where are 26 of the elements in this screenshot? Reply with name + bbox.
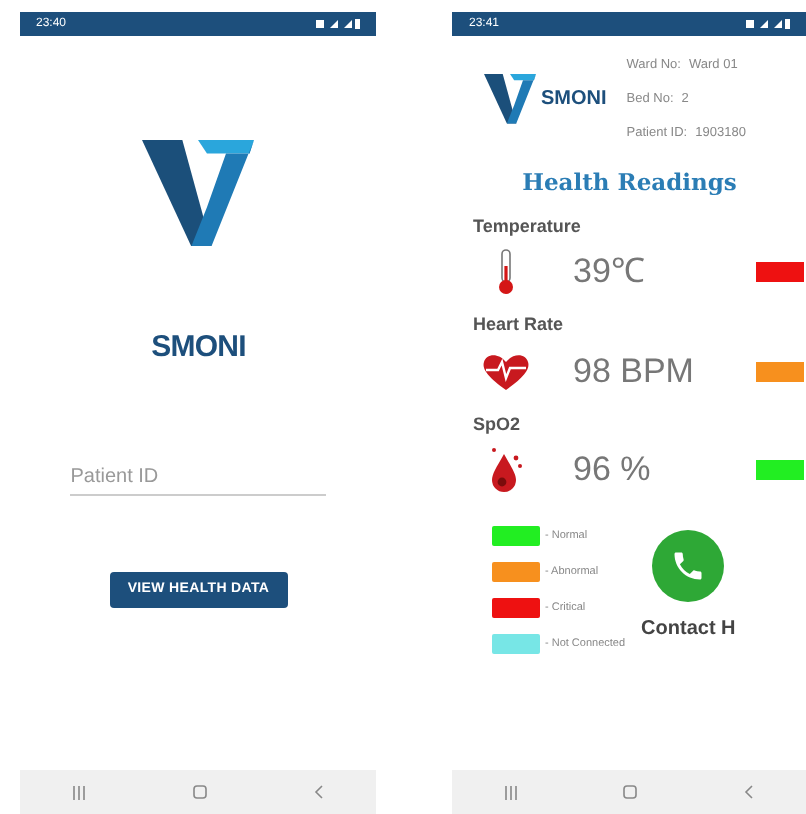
reading-label: SpO2 xyxy=(470,411,522,438)
logo-icon xyxy=(484,74,537,124)
contact-label: Contact H xyxy=(641,616,736,644)
status-icons xyxy=(316,18,361,30)
back-icon[interactable] xyxy=(312,784,325,800)
app-name: SMONI xyxy=(151,328,246,369)
back-icon[interactable] xyxy=(742,784,755,800)
patient-id-field[interactable]: Patient ID xyxy=(70,459,327,496)
reading-value: 96 % xyxy=(572,448,653,493)
call-button[interactable] xyxy=(652,530,725,602)
status-icons xyxy=(746,18,790,30)
phone-icon xyxy=(670,548,707,584)
reading-label: Temperature xyxy=(470,213,583,240)
recent-apps-icon[interactable] xyxy=(504,785,519,799)
section-title: Health Readings xyxy=(522,166,737,201)
recent-apps-icon[interactable] xyxy=(72,785,87,799)
reading-value: 98 BPM xyxy=(572,349,696,394)
reading-value: 39℃ xyxy=(572,250,647,295)
blood-drop-icon xyxy=(486,446,527,494)
reading-label: Heart Rate xyxy=(470,312,566,338)
app-name: SMONI xyxy=(540,86,607,115)
heart-icon xyxy=(482,351,531,391)
thermometer-icon xyxy=(494,248,519,296)
logo-icon xyxy=(142,140,255,247)
home-icon[interactable] xyxy=(622,784,639,800)
home-icon[interactable] xyxy=(191,784,208,800)
